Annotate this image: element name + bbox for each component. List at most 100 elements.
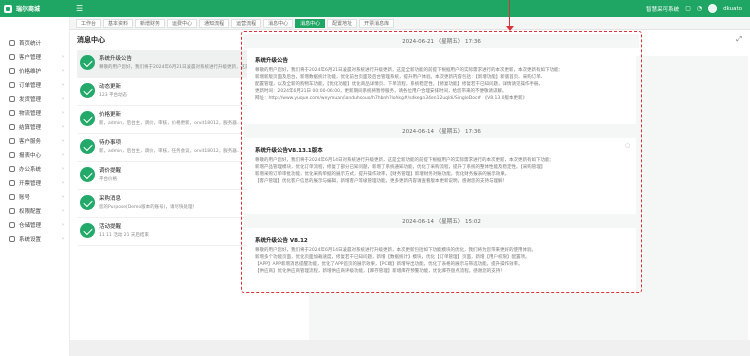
check-circle-icon: [80, 111, 95, 126]
menu-toggle-icon[interactable]: ☰: [76, 4, 83, 13]
tab-address[interactable]: 配置地址: [327, 18, 358, 28]
message-title: 动态更新: [99, 84, 122, 90]
tag-icon: [9, 68, 15, 74]
check-circle-icon: [80, 167, 95, 182]
tab-basic-info[interactable]: 基本资料: [103, 18, 134, 28]
home-icon: [9, 40, 15, 46]
sidebar-item-label: 账号: [19, 195, 31, 201]
invoice-icon: [9, 180, 15, 186]
check-circle-icon: [80, 139, 95, 154]
gear-icon: [9, 236, 15, 242]
brand-logo-icon: [4, 4, 12, 13]
sidebar-item-label: 办公系统: [19, 167, 42, 173]
sidebar-item-shipping[interactable]: 发货管理 ›: [0, 92, 69, 106]
header-right-label[interactable]: 智慧采可系统: [646, 5, 679, 13]
page-title: 消息中心: [77, 36, 105, 44]
sidebar-item-label: 价格维护: [19, 69, 42, 75]
chevron-right-icon: ›: [62, 124, 64, 130]
user-name[interactable]: dkuato: [723, 6, 742, 12]
brand[interactable]: 瑞尔商城: [0, 4, 70, 13]
brand-name: 瑞尔商城: [16, 6, 41, 13]
tab-ops-flow[interactable]: 运营流程: [231, 18, 262, 28]
sidebar-item-warehouse[interactable]: 仓储管理 ›: [0, 218, 69, 232]
sidebar-item-label: 结算管理: [19, 125, 42, 131]
money-icon: [9, 124, 15, 130]
tab-finance[interactable]: 新增财务: [135, 18, 166, 28]
box-icon: [9, 110, 15, 116]
arrow-head-icon: [506, 26, 514, 31]
chevron-right-icon: ›: [62, 152, 64, 158]
tab-invoice-library[interactable]: 开票消息库: [359, 18, 395, 28]
tab-freight[interactable]: 运费中心: [167, 18, 198, 28]
warehouse-icon: [9, 222, 15, 228]
message-title: 调价提醒: [99, 168, 122, 174]
key-icon: [9, 208, 15, 214]
sidebar-item-settlement[interactable]: 结算管理 ›: [0, 120, 69, 134]
sidebar-item-prices[interactable]: 价格维护 ›: [0, 64, 69, 78]
avatar[interactable]: [708, 4, 718, 13]
chevron-right-icon: ›: [62, 222, 64, 228]
chevron-right-icon: ›: [62, 110, 64, 116]
tab-workbench[interactable]: 工作台: [76, 18, 102, 28]
app-window: 瑞尔商城 ☰ 智慧采可系统 ▢ ◔ dkuato 首页统计 客户管理 › 价格维…: [0, 0, 750, 356]
message-title: 采购消息: [99, 196, 122, 202]
tab-message-center[interactable]: 消息中心: [263, 18, 294, 28]
office-icon: [9, 166, 15, 172]
highlight-frame: [241, 31, 642, 293]
sidebar-item-service[interactable]: 客户服务 ›: [0, 134, 69, 148]
sidebar-item-label: 系统设置: [19, 237, 42, 243]
bell-icon[interactable]: ◔: [697, 5, 702, 12]
sidebar-item-settings[interactable]: 系统设置 ›: [0, 232, 69, 246]
message-title: 系统升级公告: [99, 56, 133, 62]
bottom-band: [70, 340, 750, 356]
sidebar-item-label: 客户服务: [19, 139, 42, 145]
sidebar-item-label: 报表中心: [19, 153, 42, 159]
check-circle-icon: [80, 195, 95, 210]
sidebar: 首页统计 客户管理 › 价格维护 › 订单管理 › 发货管理 › 物流管理 ›: [0, 17, 70, 356]
chevron-right-icon: ›: [62, 208, 64, 214]
sidebar-item-account[interactable]: 账号 ›: [0, 190, 69, 204]
sidebar-item-logistics[interactable]: 物流管理 ›: [0, 106, 69, 120]
check-circle-icon: [80, 55, 95, 70]
chevron-right-icon: ›: [62, 138, 64, 144]
user-icon: [9, 54, 15, 60]
service-icon: [9, 138, 15, 144]
tab-message-center-active[interactable]: 消息中心: [295, 18, 326, 28]
truck-icon: [9, 96, 15, 102]
expand-icon[interactable]: ⤢: [736, 35, 742, 44]
check-circle-icon: [80, 83, 95, 98]
tab-notify-flow[interactable]: 通知流程: [199, 18, 230, 28]
tab-bar: 工作台 基本资料 新增财务 运费中心 通知流程 运营流程 消息中心 消息中心 配…: [70, 17, 750, 30]
sidebar-item-home[interactable]: 首页统计: [0, 36, 69, 50]
sidebar-item-customers[interactable]: 客户管理 ›: [0, 50, 69, 64]
chevron-right-icon: ›: [62, 180, 64, 186]
message-title: 活动提醒: [99, 224, 122, 230]
chart-icon: [9, 152, 15, 158]
top-right-area: 智慧采可系统 ▢ ◔ dkuato: [646, 0, 750, 17]
message-title: 价格更新: [99, 112, 122, 118]
sidebar-item-label: 订单管理: [19, 83, 42, 89]
message-title: 待办事项: [99, 140, 122, 146]
chevron-right-icon: ›: [62, 166, 64, 172]
account-icon: [9, 194, 15, 200]
sidebar-item-label: 仓储管理: [19, 223, 42, 229]
check-circle-icon: [80, 223, 95, 238]
sidebar-item-label: 首页统计: [19, 41, 42, 47]
chevron-right-icon: ›: [62, 96, 64, 102]
sidebar-item-invoices[interactable]: 开票管理 ›: [0, 176, 69, 190]
sidebar-item-permissions[interactable]: 权限配置 ›: [0, 204, 69, 218]
list-icon: [9, 82, 15, 88]
chevron-right-icon: ›: [62, 54, 64, 60]
sidebar-item-reports[interactable]: 报表中心 ›: [0, 148, 69, 162]
sidebar-item-label: 客户管理: [19, 55, 42, 61]
chevron-right-icon: ›: [62, 236, 64, 242]
chevron-right-icon: ›: [62, 82, 64, 88]
sidebar-item-orders[interactable]: 订单管理 ›: [0, 78, 69, 92]
screen-icon[interactable]: ▢: [685, 5, 691, 12]
sidebar-item-label: 物流管理: [19, 111, 42, 117]
chevron-right-icon: ›: [62, 194, 64, 200]
sidebar-item-label: 开票管理: [19, 181, 42, 187]
sidebar-item-office[interactable]: 办公系统 ›: [0, 162, 69, 176]
top-bar: 瑞尔商城 ☰ 智慧采可系统 ▢ ◔ dkuato: [0, 0, 750, 17]
arrow-pointer: [509, 0, 511, 28]
